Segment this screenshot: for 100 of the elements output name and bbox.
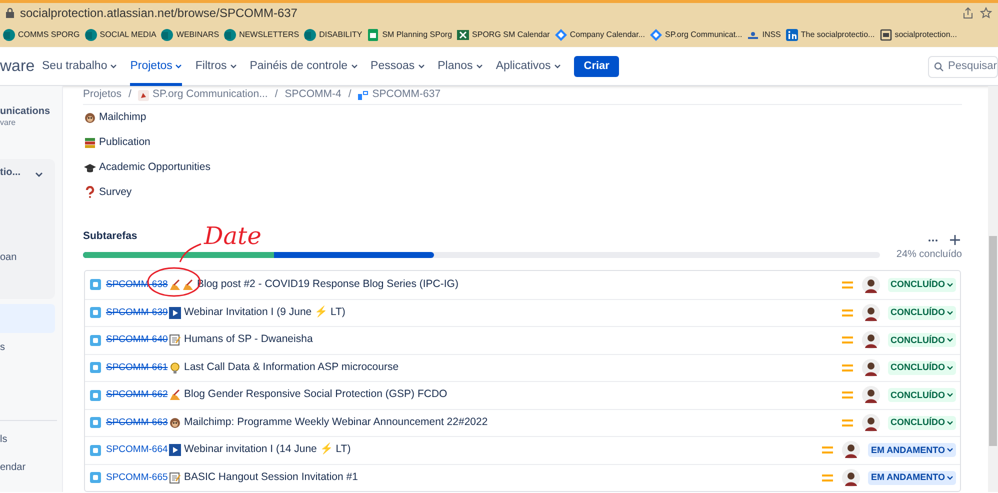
label-text[interactable]: Mailchimp xyxy=(99,110,146,126)
diamond-icon xyxy=(650,29,662,41)
subtask-icon xyxy=(90,390,101,401)
spreadsheet-icon xyxy=(367,29,380,41)
subtask-icon xyxy=(90,444,101,456)
star-icon[interactable] xyxy=(980,7,992,19)
chevron-down-icon xyxy=(947,476,953,480)
search-field[interactable]: Pesquisar xyxy=(928,56,998,78)
issue-summary-link[interactable]: Webinar Invitation I (9 June ⚡ LT) xyxy=(184,304,842,321)
label-text[interactable]: Publication xyxy=(99,135,150,151)
chevron-down-icon xyxy=(554,64,561,69)
issue-key-link[interactable]: SPCOMM-662 xyxy=(106,388,169,402)
issue-key-link[interactable]: SPCOMM-665 xyxy=(106,470,169,485)
sharepoint-icon xyxy=(161,29,174,41)
share-icon[interactable] xyxy=(962,7,974,19)
status-dropdown[interactable]: CONCLUÍDO xyxy=(888,278,956,292)
issue-key-link[interactable]: SPCOMM-664 xyxy=(106,443,169,458)
create-button[interactable]: Criar xyxy=(574,56,620,77)
project-type: vare xyxy=(0,117,16,129)
issue-key-link[interactable]: SPCOMM-640 xyxy=(106,333,169,348)
light-bulb-icon xyxy=(169,362,181,374)
bookmark[interactable]: COMMS SPORG xyxy=(3,29,80,41)
chevron-down-icon xyxy=(947,282,953,287)
scrollbar[interactable] xyxy=(988,86,998,492)
label-text[interactable]: Academic Opportunities xyxy=(99,160,210,176)
progress-label: 24% concluído xyxy=(896,248,962,262)
breadcrumb-link[interactable]: Projetos xyxy=(83,87,122,103)
sidebar-group-title[interactable]: tio... xyxy=(0,165,21,180)
issue-key-link[interactable]: SPCOMM-663 xyxy=(106,416,169,430)
bookmark[interactable]: The socialprotectio... xyxy=(786,29,875,41)
status-dropdown[interactable]: EM ANDAMENTO xyxy=(868,470,956,485)
issue-summary-link[interactable]: Humans of SP - Dwaneisha xyxy=(184,332,842,348)
nav-tab[interactable]: Filtros xyxy=(195,48,237,86)
breadcrumb-separator: / xyxy=(348,87,352,102)
monkey-icon xyxy=(84,112,96,124)
issue-tree-icon xyxy=(358,90,370,101)
project-name[interactable]: unications xyxy=(0,104,50,119)
sidebar-item[interactable]: endar xyxy=(0,460,26,475)
nav-tab[interactable]: Planos xyxy=(438,48,483,86)
chevron-down-icon[interactable] xyxy=(35,172,43,178)
sharepoint-icon xyxy=(304,29,316,41)
status-dropdown[interactable]: CONCLUÍDO xyxy=(888,388,956,402)
nav-tab[interactable]: Aplicativos xyxy=(496,48,561,86)
sharepoint-icon xyxy=(3,29,15,41)
add-icon[interactable] xyxy=(950,235,960,245)
sidebar-item[interactable]: ls xyxy=(0,432,26,447)
bookmark[interactable]: socialprotection... xyxy=(880,29,957,41)
avatar-silhouette-icon xyxy=(862,276,880,294)
subtask-icon xyxy=(90,472,101,484)
sharepoint-icon xyxy=(84,29,97,41)
breadcrumb-link[interactable]: SPCOMM-637 xyxy=(358,87,441,103)
sidebar-item[interactable]: oan xyxy=(0,250,17,265)
bookmark[interactable]: INSS xyxy=(747,29,781,41)
spreadsheet-icon xyxy=(457,29,470,41)
sidebar-item[interactable]: s xyxy=(0,340,5,355)
status-dropdown[interactable]: CONCLUÍDO xyxy=(888,416,956,430)
chevron-down-icon xyxy=(947,448,953,452)
bookmark[interactable]: SM Planning SPorg xyxy=(367,29,452,41)
nav-tab[interactable]: Projetos xyxy=(130,48,182,86)
avatar-silhouette-icon xyxy=(842,441,860,460)
status-dropdown[interactable]: CONCLUÍDO xyxy=(888,360,956,375)
chevron-down-icon xyxy=(175,64,182,69)
linkedin-icon xyxy=(786,29,798,41)
chevron-down-icon xyxy=(947,420,953,425)
bookmark[interactable]: SP.org Communicat... xyxy=(650,29,742,41)
bookmark[interactable]: WEBINARS xyxy=(161,29,220,41)
subtask-icon xyxy=(90,279,101,290)
status-dropdown[interactable]: CONCLUÍDO xyxy=(888,333,956,348)
avatar-silhouette-icon xyxy=(862,358,880,377)
diamond-icon xyxy=(554,29,567,41)
brand-name[interactable]: ware xyxy=(0,54,42,78)
issue-key-link[interactable]: SPCOMM-639 xyxy=(106,306,169,320)
issue-key-link[interactable]: SPCOMM-661 xyxy=(106,360,169,375)
breadcrumb-separator: / xyxy=(274,87,278,102)
sharepoint-icon xyxy=(224,29,236,41)
chevron-down-icon xyxy=(350,64,358,69)
chevron-down-icon xyxy=(947,338,953,342)
bookmark[interactable]: NEWSLETTERS xyxy=(224,29,300,41)
nav-tab[interactable]: Seu trabalho xyxy=(42,48,118,86)
breadcrumb-link[interactable]: SP.org Communication... xyxy=(138,87,268,103)
nav-tab[interactable]: Painéis de controle xyxy=(250,48,358,86)
more-icon[interactable] xyxy=(928,238,938,242)
status-dropdown[interactable]: CONCLUÍDO xyxy=(888,306,956,320)
bookmark[interactable]: SPORG SM Calendar xyxy=(457,29,550,41)
play-icon xyxy=(169,306,181,319)
status-dropdown[interactable]: EM ANDAMENTO xyxy=(868,443,956,458)
bookmark[interactable]: SOCIAL MEDIA xyxy=(84,29,156,41)
breadcrumb-link[interactable]: SPCOMM-4 xyxy=(284,87,342,103)
bookmark[interactable]: Company Calendar... xyxy=(554,29,645,41)
issue-summary-link[interactable]: Webinar invitation I (14 June ⚡ LT) xyxy=(184,442,822,458)
bookmark[interactable]: DISABILITY xyxy=(304,29,362,41)
play-icon xyxy=(169,444,181,456)
avatar-silhouette-icon xyxy=(862,331,880,350)
issue-summary-link[interactable]: Mailchimp: Programme Weekly Webinar Announcement 22#2022 xyxy=(184,414,842,431)
issue-summary-link[interactable]: BASIC Hangout Session Invitation #1 xyxy=(184,470,822,486)
chevron-down-icon xyxy=(230,64,237,69)
label-text[interactable]: Survey xyxy=(99,184,132,200)
nav-tab[interactable]: Pessoas xyxy=(370,48,425,86)
issue-summary-link[interactable]: Blog Gender Responsive Social Protection (GSP) FCDO xyxy=(184,387,842,404)
issue-summary-link[interactable]: Last Call Data & Information ASP microcourse xyxy=(184,360,842,376)
